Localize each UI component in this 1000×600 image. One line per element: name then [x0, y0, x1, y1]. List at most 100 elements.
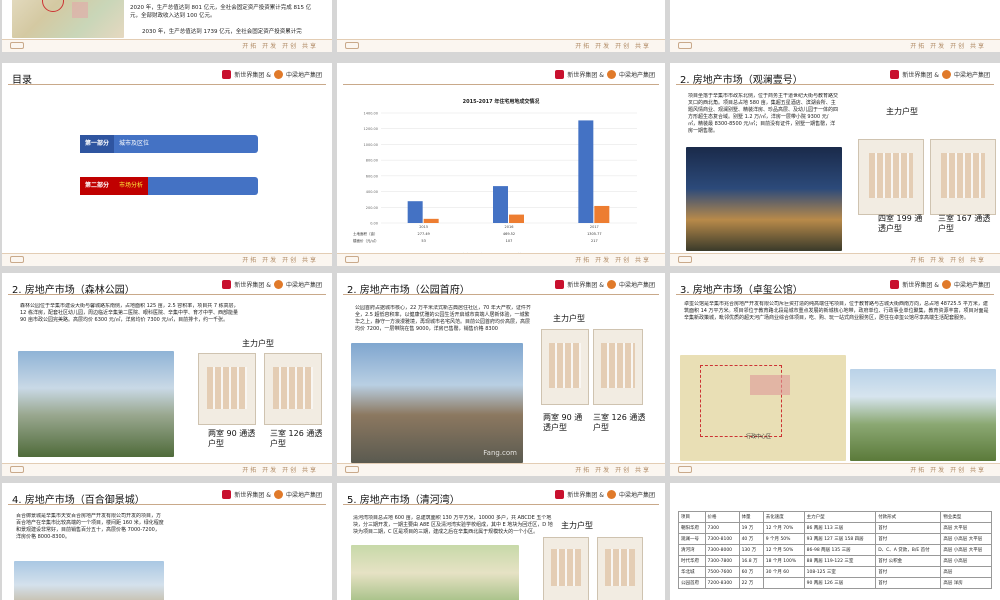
table-cell: 首付 — [875, 533, 942, 545]
table-cell: 首付 — [875, 577, 942, 589]
plan-label: 三室 167 通透户型 — [938, 214, 991, 233]
slide-thumbnail-6[interactable]: 2. 房地产市场（观澜壹号） 新世界集团 & 中梁地产集团 项目坐落于辛集市市政… — [670, 63, 1000, 266]
data-table-cell: 53 — [421, 239, 425, 243]
table-cell: 主力户型 — [803, 511, 877, 523]
table-cell: 30 个月 60 — [762, 566, 805, 578]
table-cell: 22 万 — [738, 577, 764, 589]
floor-plan-image — [264, 353, 322, 425]
company-logos: 新世界集团 & 中梁地产集团 — [555, 490, 655, 499]
floor-plan-image — [597, 537, 643, 600]
slide-footer: 开拓 开发 开创 共享 — [670, 463, 1000, 476]
data-table-cell: 1305.77 — [587, 232, 601, 236]
table-cell: 19 万 — [738, 522, 764, 534]
toc-item-2[interactable]: 第二部分 市场分析 — [80, 177, 258, 195]
project-description: 百合御景城是辛集市天安百合房地产开发有限公司开发的项目，方百合地产在辛集市比较高… — [16, 513, 164, 540]
plan-label: 三室 126 通透户型 — [593, 413, 646, 432]
table-cell: 公园首府 — [678, 577, 706, 589]
chart-bar — [407, 201, 423, 223]
slide-thumbnail-2[interactable]: 开拓 开发 开创 共享 — [337, 0, 665, 52]
slide-footer: 开拓 开发 开创 共享 — [2, 253, 332, 266]
table-cell: D、C、A 贷款，B/E 首付 — [875, 544, 942, 556]
table-cell: 7200-8300 — [704, 577, 740, 589]
logo-icon — [890, 280, 900, 289]
logo-icon — [222, 280, 232, 289]
project-photo — [686, 147, 842, 251]
company-logos: 新世界集团 & 中梁地产集团 — [222, 70, 322, 79]
table-row: 清河湾 7300-8000 130 万 12 个月 50% 86-98 两居 135 三… — [678, 544, 992, 556]
location-map: 行政中心区 — [680, 355, 846, 461]
floor-plan-image — [543, 537, 589, 600]
table-cell: 86-98 两居 135 三居 — [803, 544, 877, 556]
logo-icon — [222, 70, 232, 79]
slide-thumbnail-8[interactable]: 2. 房地产市场（公园首府） 新世界集团 & 中梁地产集团 公园首府占据城市核心… — [337, 273, 665, 476]
slide-footer: 开拓 开发 开创 共享 — [670, 253, 1000, 266]
table-cell: 高层 大平层 — [940, 522, 992, 534]
slide-thumbnail-10[interactable]: 4. 房地产市场（百合御景城） 新世界集团 & 中梁地产集团 百合御景城是辛集市… — [2, 483, 332, 600]
table-cell: 12 个月 70% — [762, 522, 805, 534]
table-cell: 价格 — [704, 511, 740, 523]
floor-plan-image — [198, 353, 256, 425]
table-cell: 高层 — [940, 566, 992, 578]
table-cell: 90 两居 126 三居 — [803, 577, 877, 589]
y-tick-label: 1000.00 — [364, 143, 378, 147]
table-row: 时代华府 7300-7800 16.8 万 18 个月 100% 88 两居 119-1… — [678, 555, 992, 567]
table-cell: 朝阳华府 — [678, 522, 706, 534]
table-cell: 60 万 — [738, 566, 764, 578]
slide-thumbnail-11[interactable]: 5. 房地产市场（清河湾） 新世界集团 & 中梁地产集团 清河湾项目总占地 60… — [337, 483, 665, 600]
logo-icon — [555, 280, 565, 289]
slide-thumbnail-4[interactable]: 目录 新世界集团 & 中梁地产集团 第一部分 城市及区位 第二部分 市场分析 开拓 … — [2, 63, 332, 266]
plan-label: 两室 90 通透户型 — [208, 429, 256, 448]
plan-title: 主力户型 — [553, 314, 585, 323]
table-cell — [762, 577, 805, 589]
company-logos: 新世界集团 & 中梁地产集团 — [222, 280, 322, 289]
slide-footer: 开拓 开发 开创 共享 — [2, 39, 332, 52]
table-header-row: 项目 价格 体量 去化速度 主力户型 付款形式 物业类型 — [678, 511, 992, 523]
slide-thumbnail-5[interactable]: 新世界集团 & 中梁地产集团 2015-2017 年住宅用地成交情况 1400.… — [337, 63, 665, 266]
x-tick-label: 2017 — [590, 225, 599, 229]
data-table-cell: 土地面积（亩） — [353, 231, 378, 236]
logo-icon — [273, 70, 283, 79]
slide-thumbnail-1[interactable]: 2020 年，生产总值达到 801 亿元，全社会固定资产投资累计完成 815 亿… — [2, 0, 332, 52]
data-table-cell: 277.49 — [418, 232, 430, 236]
table-cell: 7300-7800 — [704, 555, 740, 567]
table-cell: 86 两居 113 三居 — [803, 522, 877, 534]
table-cell: 93 两居 127 三居 158 四居 — [803, 533, 877, 545]
table-cell: 12 个月 50% — [762, 544, 805, 556]
table-cell: 7500-7600 — [704, 566, 740, 578]
table-cell: 观澜一号 — [678, 533, 706, 545]
logo-icon — [941, 280, 951, 289]
table-cell: 高层 小高层 大平层 — [940, 544, 992, 556]
plan-label: 两室 90 通透户型 — [543, 413, 583, 432]
y-tick-label: 400.00 — [366, 190, 378, 194]
project-description: 卓玺公馆是辛集市兆合房地产开发有限公司斥巨资打造的纯高端住宅项目，位于教育路与古… — [684, 301, 989, 321]
table-cell: 首付 — [875, 566, 942, 578]
y-tick-label: 0.00 — [370, 222, 378, 226]
table-row: 观澜一号 7300-8100 40 万9 个月 50% 93 两居 127 三居 15… — [678, 533, 992, 545]
toc-item-1[interactable]: 第一部分 城市及区位 — [80, 135, 258, 153]
plan-title: 主力户型 — [561, 521, 593, 530]
slide-thumbnail-9[interactable]: 3. 房地产市场（卓玺公馆） 新世界集团 & 中梁地产集团 卓玺公馆是辛集市兆合… — [670, 273, 1000, 476]
table-cell: 88 两居 119-122 三室 — [803, 555, 877, 567]
slide-thumbnail-7[interactable]: 2. 房地产市场（森林公园） 新世界集团 & 中梁地产集团 森林公园位于辛集市建… — [2, 273, 332, 476]
company-logos: 新世界集团 & 中梁地产集团 — [890, 70, 990, 79]
plan-label: 三室 126 通透户型 — [270, 429, 323, 448]
project-description: 清河湾项目总占地 600 亩，总建筑面积 130 万平方米，10000 多户，共… — [353, 515, 553, 535]
slide-footer: 开拓 开发 开创 共享 — [337, 39, 665, 52]
logo-icon — [273, 280, 283, 289]
project-description: 项目坐落于辛集市市政东北侧，位于商务主干道世纪大街与教育路交叉口的西北角。项目总… — [688, 93, 838, 133]
floor-plan-image — [541, 329, 589, 405]
logo-icon — [606, 280, 616, 289]
slide-thumbnail-12[interactable]: 项目 价格 体量 去化速度 主力户型 付款形式 物业类型 朝阳华府 7300 19 万 12 个月 … — [670, 483, 1000, 600]
table-cell: 清河湾 — [678, 544, 706, 556]
map-label: 行政中心区 — [746, 434, 772, 440]
plan-label: 四室 199 通透户型 — [878, 214, 923, 233]
chart-bar — [509, 214, 524, 223]
table-cell: 7300 — [704, 522, 740, 534]
plan-title: 主力户型 — [886, 107, 918, 116]
table-cell: 16.8 万 — [738, 555, 764, 567]
company-logos: 新世界集团 & 中梁地产集团 — [222, 490, 322, 499]
floor-plan-image — [593, 329, 643, 405]
table-cell: 华北城 — [678, 566, 706, 578]
slide-thumbnail-3[interactable]: 开拓 开发 开创 共享 — [670, 0, 1000, 52]
table-cell: 高层 小高层 — [940, 555, 992, 567]
